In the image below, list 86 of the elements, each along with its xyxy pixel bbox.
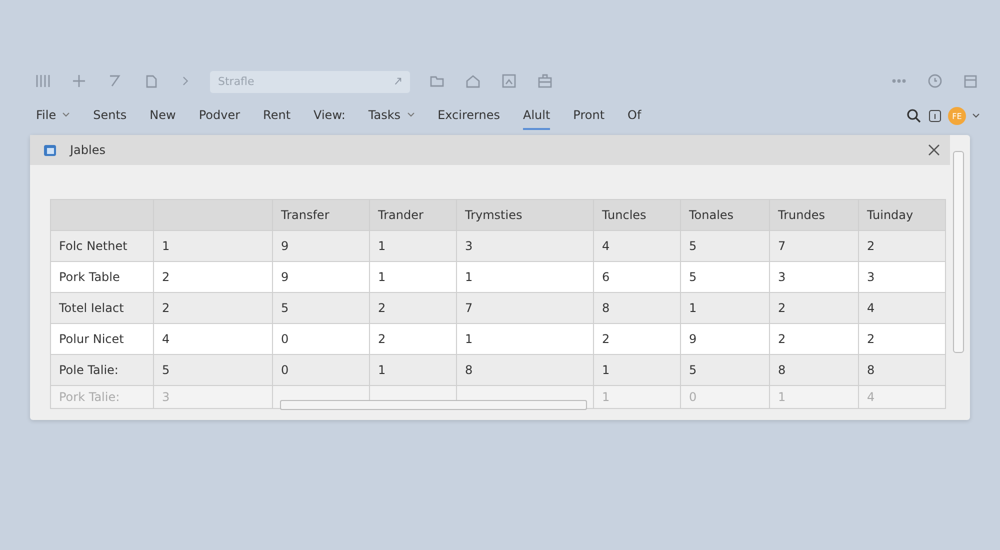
caret-icon[interactable] bbox=[972, 113, 980, 119]
column-header: Trander bbox=[378, 208, 424, 222]
table-cell: 7 bbox=[465, 301, 473, 315]
clock-icon[interactable] bbox=[926, 72, 944, 90]
table-cell: 5 bbox=[689, 270, 697, 284]
close-icon[interactable] bbox=[928, 144, 940, 156]
table-cell: 4 bbox=[602, 239, 610, 253]
menu-tab[interactable]: Of bbox=[628, 102, 642, 130]
table-cell: 1 bbox=[378, 270, 386, 284]
table-cell: 6 bbox=[602, 270, 610, 284]
table-cell: 1 bbox=[378, 363, 386, 377]
table-cell: 5 bbox=[689, 239, 697, 253]
image-icon[interactable] bbox=[500, 72, 518, 90]
table-cell: 2 bbox=[867, 332, 875, 346]
table-cell: 0 bbox=[281, 332, 289, 346]
table-cell: 2 bbox=[778, 332, 786, 346]
vertical-scrollbar[interactable] bbox=[953, 151, 964, 353]
table-cell: 9 bbox=[281, 270, 289, 284]
table-cell: 1 bbox=[378, 239, 386, 253]
column-header: Transfer bbox=[281, 208, 330, 222]
menu-tab[interactable]: New bbox=[150, 102, 176, 130]
menu-tab[interactable]: Excirernes bbox=[438, 102, 500, 130]
menu-tab[interactable]: Pront bbox=[573, 102, 605, 130]
column-header: Trymsties bbox=[465, 208, 522, 222]
table-cell: 8 bbox=[465, 363, 473, 377]
table-cell: 1 bbox=[602, 390, 610, 404]
table-cell: 1 bbox=[602, 363, 610, 377]
table-cell: 8 bbox=[602, 301, 610, 315]
columns-icon[interactable] bbox=[34, 72, 52, 90]
add-icon[interactable] bbox=[70, 72, 88, 90]
horizontal-scrollbar[interactable] bbox=[280, 400, 587, 410]
row-label: Folc Nethet bbox=[59, 239, 128, 253]
table-cell: 4 bbox=[867, 301, 875, 315]
table-cell: 5 bbox=[281, 301, 289, 315]
table-cell: 0 bbox=[281, 363, 289, 377]
menu-tab[interactable]: Podver bbox=[198, 102, 240, 130]
table-cell: 7 bbox=[778, 239, 786, 253]
table-cell: 1 bbox=[778, 390, 786, 404]
table-cell: 1 bbox=[465, 332, 473, 346]
search-icon[interactable] bbox=[906, 108, 922, 124]
table-cell: 3 bbox=[778, 270, 786, 284]
table-cell: 1 bbox=[465, 270, 473, 284]
table-cell: 5 bbox=[162, 363, 170, 377]
table-cell: 2 bbox=[162, 301, 170, 315]
search-field[interactable]: Strafle bbox=[210, 70, 410, 92]
table-cell: 1 bbox=[689, 301, 697, 315]
menu-tab[interactable]: File bbox=[36, 102, 70, 130]
briefcase-icon[interactable] bbox=[536, 72, 554, 90]
menu-tab[interactable]: Tasks bbox=[368, 102, 415, 130]
table-icon bbox=[42, 142, 58, 158]
row-label: Totel Ielact bbox=[59, 301, 124, 315]
caret-icon[interactable] bbox=[406, 112, 415, 118]
dialog-title: Jables bbox=[70, 143, 106, 157]
table-cell: 3 bbox=[465, 239, 473, 253]
menu-tab[interactable]: Sents bbox=[93, 102, 127, 130]
table-cell: 1 bbox=[162, 239, 170, 253]
table-cell: 2 bbox=[867, 239, 875, 253]
table-cell: 2 bbox=[602, 332, 610, 346]
row-label: Pork Table bbox=[59, 270, 120, 284]
arrow-icon[interactable] bbox=[392, 75, 404, 87]
column-header: Tuncles bbox=[602, 208, 646, 222]
table-cell: 0 bbox=[689, 390, 697, 404]
table-cell: 4 bbox=[162, 332, 170, 346]
table-cell: 3 bbox=[867, 270, 875, 284]
table-cell: 5 bbox=[689, 363, 697, 377]
table-cell: 2 bbox=[378, 332, 386, 346]
menu-tab[interactable]: Alult bbox=[522, 102, 550, 130]
row-label: Polur Nicet bbox=[59, 332, 124, 346]
menu-tab[interactable]: Rent bbox=[263, 102, 291, 130]
column-header: Trundes bbox=[778, 208, 825, 222]
column-header: Tonales bbox=[689, 208, 734, 222]
column-header: Tuinday bbox=[867, 208, 914, 222]
table-cell: 2 bbox=[378, 301, 386, 315]
table-cell: 8 bbox=[867, 363, 875, 377]
row-label: Pork Talie: bbox=[59, 390, 120, 404]
menu-tab[interactable]: View: bbox=[314, 102, 346, 130]
row-label: Pole Talie: bbox=[59, 363, 118, 377]
table-cell: 8 bbox=[778, 363, 786, 377]
table-cell: 3 bbox=[162, 390, 170, 404]
caret-icon[interactable] bbox=[62, 112, 70, 118]
table-cell: 2 bbox=[162, 270, 170, 284]
table-cell: 4 bbox=[867, 390, 875, 404]
table-cell: 9 bbox=[281, 239, 289, 253]
info-icon[interactable] bbox=[928, 109, 942, 123]
table-cell: 9 bbox=[689, 332, 697, 346]
table-cell: 2 bbox=[778, 301, 786, 315]
